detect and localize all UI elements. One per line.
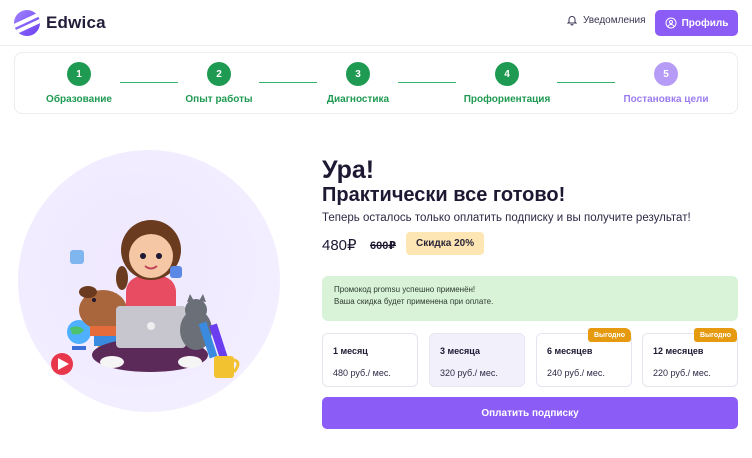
pay-subscription-button[interactable]: Оплатить подписку [322,397,738,429]
plan-price: 240 руб./ мес. [547,368,605,378]
chat-bubble-icon [170,266,182,278]
old-price: 600₽ [370,240,397,252]
bell-icon [566,16,578,26]
step-number: 4 [495,62,519,86]
promo-note-text: Ваша скидка будет применена при оплате. [334,297,494,306]
step-label: Постановка цели [623,94,709,105]
edwica-logo-icon [14,10,40,36]
page-title: Ура! [322,156,375,184]
step-label: Диагностика [326,94,390,105]
promo-applied-text: Промокод promsu успешно применён! [334,285,476,294]
logo-text: Edwica [46,13,106,32]
step-number: 3 [346,62,370,86]
step-label: Образование [46,94,112,105]
step-diagnostics[interactable]: 3 Диагностика [298,62,418,105]
profile-button[interactable]: Профиль [655,10,738,36]
best-value-badge: Выгодно [588,328,631,342]
page-subtitle: Практически все готово! [322,184,566,206]
like-bubble-icon [70,250,84,264]
step-work-experience[interactable]: 2 Опыт работы [159,62,279,105]
logo[interactable]: Edwica [14,10,106,36]
step-goal-setting[interactable]: 5 Постановка цели [606,62,726,105]
user-icon [665,17,677,29]
best-value-badge: Выгодно [694,328,737,342]
plan-title: 1 месяц [333,346,368,356]
plan-price: 220 руб./ мес. [653,368,711,378]
plan-card-1-month[interactable]: 1 месяц 480 руб./ мес. [322,333,418,387]
plan-price: 480 руб./ мес. [333,368,391,378]
plan-price: 320 руб./ мес. [440,368,498,378]
profile-label: Профиль [681,17,729,29]
plan-card-3-months[interactable]: 3 месяца 320 руб./ мес. [429,333,525,387]
current-price: 480₽ [322,237,357,254]
notifications-link[interactable]: Уведомления [566,14,646,26]
plan-title: 6 месяцев [547,346,593,356]
step-number: 2 [207,62,231,86]
step-career-guidance[interactable]: 4 Профориентация [447,62,567,105]
play-button-icon [51,353,73,375]
plan-title: 3 месяца [440,346,480,356]
step-label: Профориентация [463,94,551,105]
description-text: Теперь осталось только оплатить подписку… [322,212,691,224]
girl-with-laptop-illustration [51,220,240,378]
book-icon [90,326,120,336]
step-number: 5 [654,62,678,86]
top-header: Edwica Уведомления Профиль [0,0,752,46]
notifications-label: Уведомления [583,14,646,26]
plan-card-12-months[interactable]: Выгодно 12 месяцев 220 руб./ мес. [642,328,738,387]
mug-icon [214,356,240,378]
plan-title: 12 месяцев [653,346,704,356]
illustration-background [18,150,280,412]
discount-badge: Скидка 20% [406,232,485,255]
promo-success-alert: Промокод promsu успешно применён! Ваша с… [322,276,738,321]
step-number: 1 [67,62,91,86]
step-education[interactable]: 1 Образование [19,62,139,105]
step-label: Опыт работы [185,94,253,105]
plan-card-6-months[interactable]: Выгодно 6 месяцев 240 руб./ мес. [536,328,632,387]
progress-stepper: 1 Образование 2 Опыт работы 3 Диагностик… [14,52,738,114]
